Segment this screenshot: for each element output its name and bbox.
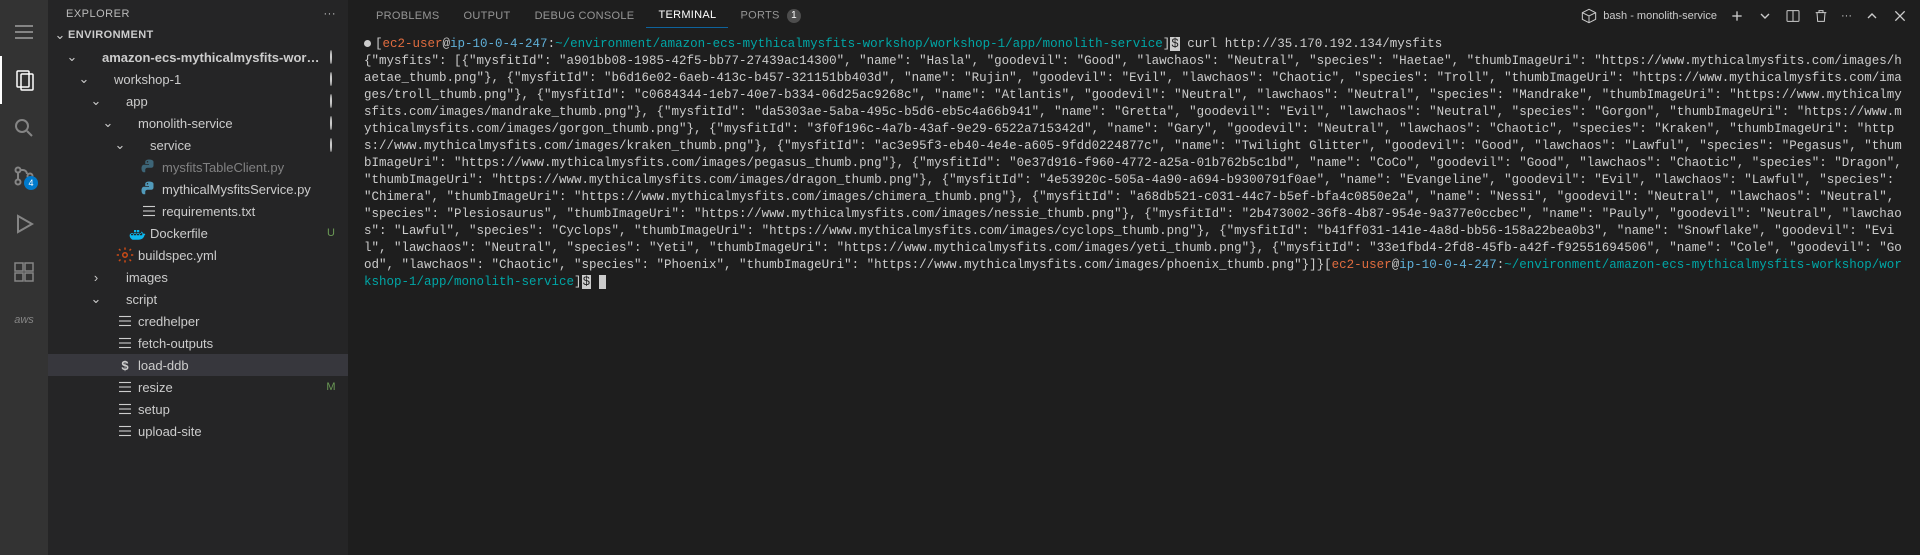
folder-amazon-ecs-mythicalmysfits-workshop[interactable]: ⌄amazon-ecs-mythicalmysfits-workshop	[48, 46, 348, 68]
chevron-down-icon: ⌄	[52, 27, 68, 43]
file-icon	[116, 378, 134, 396]
py-icon	[140, 180, 158, 198]
folder-images[interactable]: ›images	[48, 266, 348, 288]
file-icon	[116, 312, 134, 330]
activity-run-debug[interactable]	[0, 200, 48, 248]
folder-monolith-service[interactable]: ⌄monolith-service	[48, 112, 348, 134]
tab-problems[interactable]: PROBLEMS	[364, 4, 452, 28]
terminal-shell-label[interactable]: bash - monolith-service	[1581, 8, 1717, 24]
sidebar: EXPLORER ··· ⌄ ENVIRONMENT ⌄amazon-ecs-m…	[48, 0, 348, 555]
activity-explorer[interactable]	[0, 56, 48, 104]
file-setup[interactable]: setup	[48, 398, 348, 420]
bottom-panel: PROBLEMS OUTPUT DEBUG CONSOLE TERMINAL P…	[348, 0, 1920, 555]
chevron-down-icon: ⌄	[88, 93, 104, 109]
chevron-up-icon[interactable]	[1864, 8, 1880, 24]
terminal-output: {"mysfits": [{"mysfitId": "a901bb08-1985…	[364, 54, 1902, 272]
cube-icon	[1581, 8, 1597, 24]
unsaved-dot-icon	[322, 139, 340, 151]
unsaved-dot-icon	[322, 51, 340, 63]
chevron-down-icon: ⌄	[100, 115, 116, 131]
file-buildspec.yml[interactable]: buildspec.yml	[48, 244, 348, 266]
file-tree: ⌄ ENVIRONMENT ⌄amazon-ecs-mythicalmysfit…	[48, 24, 348, 555]
sidebar-title: EXPLORER	[66, 8, 130, 20]
plus-icon[interactable]	[1729, 8, 1745, 24]
folder-service[interactable]: ⌄service	[48, 134, 348, 156]
file-mysfitsTableClient.py[interactable]: mysfitsTableClient.py	[48, 156, 348, 178]
folder-app[interactable]: ⌄app	[48, 90, 348, 112]
activity-bar: 4 aws	[0, 0, 48, 555]
file-icon	[116, 334, 134, 352]
terminal-content[interactable]: [ec2-user@ip-10-0-4-247:~/environment/am…	[348, 32, 1920, 555]
terminal-cursor	[599, 275, 606, 289]
git-status: U	[322, 227, 340, 239]
trash-icon[interactable]	[1813, 8, 1829, 24]
folder-workshop-1[interactable]: ⌄workshop-1	[48, 68, 348, 90]
chevron-right-icon: ›	[88, 270, 104, 285]
file-requirements.txt[interactable]: requirements.txt	[48, 200, 348, 222]
file-resize[interactable]: resizeM	[48, 376, 348, 398]
chevron-down-icon[interactable]	[1757, 8, 1773, 24]
file-icon	[140, 202, 158, 220]
sh-icon: $	[116, 358, 134, 373]
chevron-down-icon: ⌄	[112, 137, 128, 153]
scm-badge: 4	[24, 176, 38, 190]
chevron-down-icon: ⌄	[76, 71, 92, 87]
modified-dot-icon	[364, 40, 371, 47]
file-load-ddb[interactable]: $load-ddb	[48, 354, 348, 376]
file-upload-site[interactable]: upload-site	[48, 420, 348, 442]
folder-script[interactable]: ⌄script	[48, 288, 348, 310]
git-status: M	[322, 381, 340, 393]
file-credhelper[interactable]: credhelper	[48, 310, 348, 332]
py-icon	[140, 158, 158, 176]
tab-debug-console[interactable]: DEBUG CONSOLE	[523, 4, 647, 28]
panel-more-icon[interactable]: ···	[1841, 10, 1852, 22]
tab-ports[interactable]: PORTS 1	[728, 3, 813, 29]
activity-aws[interactable]: aws	[0, 296, 48, 344]
close-icon[interactable]	[1892, 8, 1908, 24]
split-panel-icon[interactable]	[1785, 8, 1801, 24]
unsaved-dot-icon	[322, 73, 340, 85]
file-icon	[116, 422, 134, 440]
chevron-down-icon: ⌄	[88, 291, 104, 307]
yml-icon	[116, 246, 134, 264]
docker-icon	[128, 224, 146, 242]
tree-section[interactable]: ⌄ ENVIRONMENT	[48, 24, 348, 46]
panel-tabs: PROBLEMS OUTPUT DEBUG CONSOLE TERMINAL P…	[348, 0, 1920, 32]
activity-menu[interactable]	[0, 8, 48, 56]
unsaved-dot-icon	[322, 95, 340, 107]
ports-count: 1	[787, 9, 801, 23]
file-icon	[116, 400, 134, 418]
activity-source-control[interactable]: 4	[0, 152, 48, 200]
file-Dockerfile[interactable]: DockerfileU	[48, 222, 348, 244]
file-fetch-outputs[interactable]: fetch-outputs	[48, 332, 348, 354]
file-mythicalMysfitsService.py[interactable]: mythicalMysfitsService.py	[48, 178, 348, 200]
chevron-down-icon: ⌄	[64, 49, 80, 65]
activity-extensions[interactable]	[0, 248, 48, 296]
activity-search[interactable]	[0, 104, 48, 152]
tab-output[interactable]: OUTPUT	[452, 4, 523, 28]
unsaved-dot-icon	[322, 117, 340, 129]
tab-terminal[interactable]: TERMINAL	[646, 3, 728, 28]
sidebar-more-icon[interactable]: ···	[324, 8, 337, 20]
